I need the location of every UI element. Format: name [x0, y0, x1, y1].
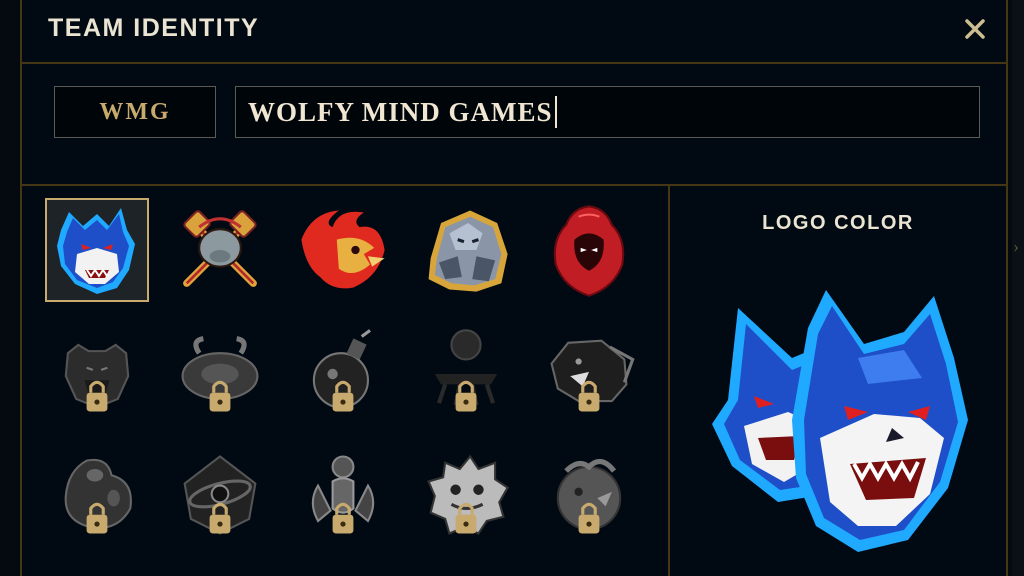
logo-option-manatee[interactable] [168, 198, 272, 302]
logo-option-rhino[interactable] [537, 444, 641, 548]
logo-color-label: LOGO COLOR [762, 212, 914, 234]
bomb-logo-icon [312, 329, 371, 412]
dialog-title: TEAM IDENTITY [48, 14, 260, 42]
text-caret [554, 96, 557, 128]
claw-egg-logo-icon [64, 458, 132, 534]
close-button[interactable] [960, 14, 990, 44]
logo-preview-panel: LOGO COLOR [670, 186, 1006, 576]
logo-option-phoenix[interactable] [291, 198, 395, 302]
logo-option-rock-golem[interactable] [414, 198, 518, 302]
rock-golem-logo-icon [428, 210, 508, 292]
wolf-logo-large-icon [712, 290, 968, 552]
fire-bird-logo-icon [301, 210, 385, 289]
logo-option-panther[interactable] [537, 322, 641, 426]
logo-option-egg-claw[interactable] [45, 444, 149, 548]
claw-logo-icon [311, 455, 375, 534]
team-tag-input[interactable]: WMG [54, 86, 216, 138]
bear-logo-icon [64, 343, 130, 412]
logo-option-hooded[interactable] [537, 198, 641, 302]
logo-option-crab-turtle[interactable] [168, 322, 272, 426]
logo-option-wolf[interactable] [45, 198, 149, 302]
team-identity-dialog: TEAM IDENTITY WMG WOLFY MIND GAMES LOGO … [20, 0, 1008, 576]
team-name-value: WOLFY MIND GAMES [248, 96, 553, 127]
logo-grid [22, 186, 670, 576]
panther-logo-icon [550, 339, 635, 412]
crab-turtle-logo-icon [181, 336, 259, 412]
logo-option-galaxy[interactable] [168, 444, 272, 548]
red-hooded-figure-logo-icon [553, 205, 625, 297]
background-panel: › [1012, 0, 1024, 576]
logo-option-totem[interactable] [414, 322, 518, 426]
manatee-paddles-logo-icon [183, 210, 257, 287]
logo-option-furball[interactable] [414, 444, 518, 548]
logo-option-claw[interactable] [291, 444, 395, 548]
close-icon [965, 19, 985, 39]
team-name-row: WMG WOLFY MIND GAMES [22, 64, 1006, 186]
dialog-header: TEAM IDENTITY [22, 0, 1006, 64]
furball-logo-icon [427, 454, 509, 535]
rhino-logo-icon [556, 459, 622, 534]
logo-option-bear[interactable] [45, 322, 149, 426]
wolf-logo-icon [57, 208, 135, 294]
logo-option-bomb[interactable] [291, 322, 395, 426]
team-name-input[interactable]: WOLFY MIND GAMES [235, 86, 980, 138]
totem-logo-icon [434, 329, 498, 412]
galaxy-logo-icon [183, 455, 257, 535]
chevron-right-icon: › [1013, 236, 1019, 256]
team-tag-value: WMG [99, 98, 171, 125]
